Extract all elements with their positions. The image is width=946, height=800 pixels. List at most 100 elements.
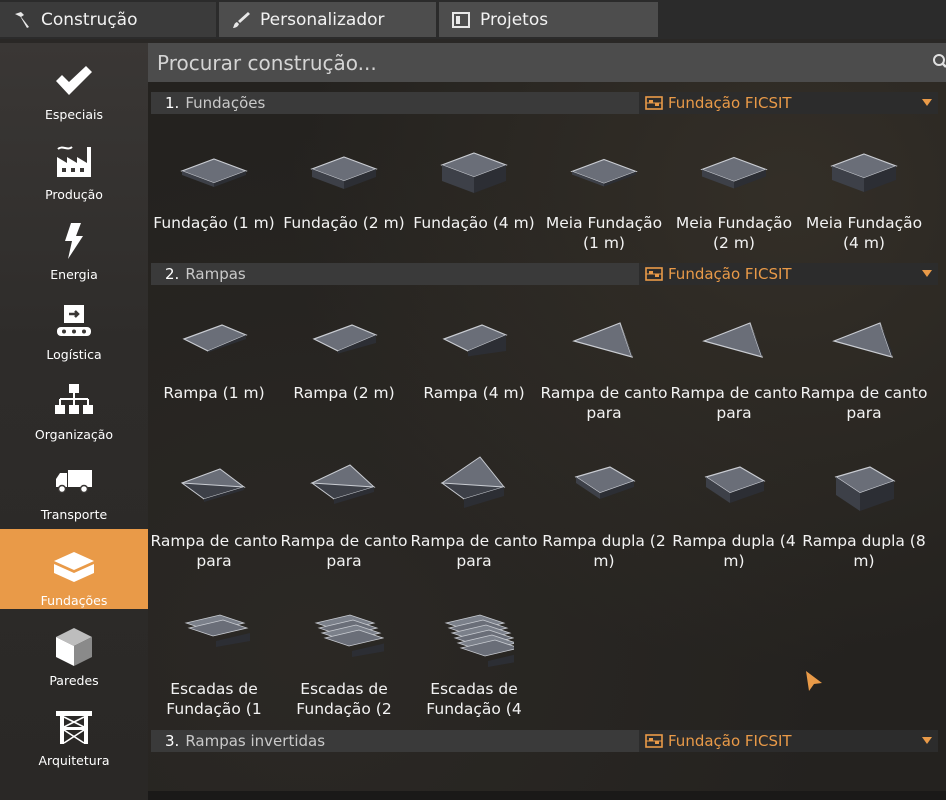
building-thumbnail-icon: [702, 322, 763, 358]
building-item-label: Rampa de canto para: [670, 384, 798, 422]
building-thumbnail-icon: [574, 466, 636, 499]
material-label: Fundação FICSIT: [668, 265, 792, 283]
building-item[interactable]: Rampa de canto para: [149, 441, 279, 581]
sidebar-item-paredes[interactable]: Paredes: [0, 609, 148, 689]
building-item[interactable]: Rampa (2 m): [279, 293, 409, 433]
building-item-label: Rampa dupla (8 m): [802, 532, 926, 570]
truck-icon: [52, 461, 96, 501]
building-item-label: Rampa de canto para: [800, 384, 928, 422]
building-item[interactable]: Escadas de Fundação (2: [279, 589, 409, 729]
building-item[interactable]: Rampa (4 m): [409, 293, 539, 433]
tab-bar: Construção Personalizador Projetos: [0, 0, 946, 39]
sidebar-item-arquitetura[interactable]: Arquitetura: [0, 689, 148, 769]
building-item-label: Fundação (1 m): [153, 214, 275, 232]
building-item-label: Rampa (2 m): [293, 384, 395, 402]
building-item[interactable]: Fundação (1 m): [149, 123, 279, 263]
building-item[interactable]: Rampa de canto para: [669, 293, 799, 433]
building-item[interactable]: Rampa (1 m): [149, 293, 279, 433]
building-item-label: Rampa de canto para: [280, 532, 408, 570]
sidebar-item-label: Produção: [45, 187, 103, 202]
sidebar-item-label: Logística: [46, 347, 102, 362]
material-dropdown[interactable]: Fundação FICSIT: [639, 730, 938, 752]
section-number: 3.: [165, 732, 180, 750]
sidebar-item-logistica[interactable]: Logística: [0, 283, 148, 363]
sidebar-item-especiais[interactable]: Especiais: [0, 43, 148, 123]
tab-projetos[interactable]: Projetos: [439, 2, 658, 37]
dropdown-arrow-icon: [922, 99, 932, 106]
hierarchy-icon: [52, 381, 96, 421]
sidebar-item-label: Especiais: [44, 107, 104, 122]
tab-label: Projetos: [480, 9, 549, 30]
sidebar-item-label: Paredes: [49, 673, 99, 688]
tab-construcao[interactable]: Construção: [0, 2, 216, 37]
building-item[interactable]: Rampa de canto para: [539, 293, 669, 433]
sidebar-item-label: Arquitetura: [38, 753, 110, 768]
building-item[interactable]: Escadas de Fundação (1: [149, 589, 279, 729]
building-thumbnail-icon: [310, 156, 378, 189]
search-input[interactable]: [148, 49, 919, 76]
building-item[interactable]: Fundação (4 m): [409, 123, 539, 263]
tab-personalizador[interactable]: Personalizador: [219, 2, 436, 37]
sidebar-item-fundacoes[interactable]: Fundações: [0, 529, 148, 609]
building-thumbnail-icon: [704, 466, 766, 503]
brush-icon: [231, 10, 251, 30]
section-header-fundacoes[interactable]: 1. Fundações Fundação FICSIT: [151, 92, 938, 114]
section-header-rampas[interactable]: 2. Rampas Fundação FICSIT: [151, 263, 938, 285]
building-item[interactable]: Meia Fundação (1 m): [539, 123, 669, 263]
building-item-label: Meia Fundação (4 m): [805, 214, 923, 252]
foundation-icon: [52, 547, 96, 587]
building-item[interactable]: Meia Fundação (2 m): [669, 123, 799, 263]
section-header-rampas-invertidas[interactable]: 3. Rampas invertidas Fundação FICSIT: [151, 730, 938, 752]
section-number: 1.: [165, 94, 180, 112]
wall-cube-icon: [52, 627, 96, 667]
building-item-label: Rampa dupla (2 m): [542, 532, 666, 570]
building-thumbnail-icon: [572, 322, 633, 358]
building-item-label: Escadas de Fundação (1: [166, 680, 262, 718]
building-thumbnail-icon: [182, 324, 248, 353]
building-thumbnail-icon: [312, 324, 378, 354]
building-item-label: Meia Fundação (1 m): [545, 214, 663, 252]
building-item[interactable]: Rampa dupla (2 m): [539, 441, 669, 581]
building-item-label: Rampa dupla (4 m): [672, 532, 796, 570]
building-thumbnail-icon: [442, 324, 508, 357]
building-thumbnail-icon: [180, 158, 248, 187]
building-item[interactable]: Escadas de Fundação (4: [409, 589, 539, 729]
sidebar-item-label: Organização: [34, 427, 114, 442]
sidebar-item-energia[interactable]: Energia: [0, 203, 148, 283]
building-item[interactable]: Rampa de canto para: [279, 441, 409, 581]
building-item-label: Rampa de canto para: [150, 532, 278, 570]
building-thumbnail-icon: [570, 158, 638, 187]
building-item[interactable]: Fundação (2 m): [279, 123, 409, 263]
section-title: Rampas: [185, 265, 246, 283]
building-item[interactable]: Rampa de canto para: [799, 293, 929, 433]
dropdown-arrow-icon: [922, 737, 932, 744]
building-item-label: Escadas de Fundação (4: [426, 680, 522, 718]
building-item[interactable]: Rampa dupla (4 m): [669, 441, 799, 581]
building-thumbnail-icon: [184, 614, 250, 647]
conveyor-icon: [52, 301, 96, 341]
sidebar-item-label: Transporte: [40, 507, 108, 522]
building-thumbnail-icon: [834, 466, 896, 511]
search-bar: [148, 43, 946, 82]
tab-label: Construção: [41, 9, 138, 30]
scaffold-icon: [52, 707, 96, 747]
sidebar-item-organizacao[interactable]: Organização: [0, 363, 148, 443]
section-number: 2.: [165, 265, 180, 283]
category-sidebar: Especiais Produção Energia Logística Org…: [0, 43, 148, 800]
tab-label: Personalizador: [260, 9, 385, 30]
building-item[interactable]: Rampa de canto para: [409, 441, 539, 581]
sidebar-item-label: Fundações: [40, 593, 108, 608]
search-icon[interactable]: [930, 52, 946, 72]
dropdown-arrow-icon: [922, 270, 932, 277]
building-thumbnail-icon: [830, 153, 898, 192]
building-item[interactable]: Rampa dupla (8 m): [799, 441, 929, 581]
material-icon: [645, 267, 663, 281]
blueprint-icon: [451, 10, 471, 30]
material-dropdown[interactable]: Fundação FICSIT: [639, 92, 938, 114]
section-title: Rampas invertidas: [185, 732, 326, 750]
sidebar-item-producao[interactable]: Produção: [0, 123, 148, 203]
building-item[interactable]: Meia Fundação (4 m): [799, 123, 929, 263]
material-icon: [645, 734, 663, 748]
material-dropdown[interactable]: Fundação FICSIT: [639, 263, 938, 285]
sidebar-item-transporte[interactable]: Transporte: [0, 443, 148, 523]
